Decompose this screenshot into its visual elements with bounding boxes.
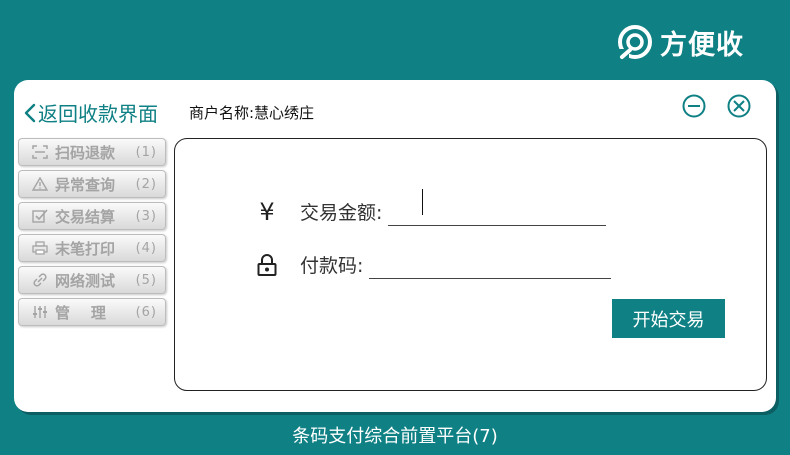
sidebar-item-label: 异常查询	[55, 175, 116, 194]
scan-icon	[31, 145, 49, 159]
sliders-icon	[31, 305, 49, 319]
close-circle-icon	[727, 94, 751, 118]
footer-title: 条码支付综合前置平台(7)	[292, 426, 498, 447]
sidebar-item-management[interactable]: 管 理 (6)	[18, 298, 166, 326]
sidebar-item-label: 交易结算	[55, 207, 116, 226]
main-panel: 返回收款界面 商户名称:慧心绣庄 扫码退款 (1) 异常查询 (2) 交易结算 …	[14, 80, 776, 412]
printer-icon	[31, 241, 49, 255]
sidebar-item-label: 管 理	[55, 303, 106, 322]
chevron-left-icon	[24, 103, 36, 122]
amount-row: ¥ 交易金额:	[252, 197, 607, 226]
brand-logo: 方便收	[616, 22, 744, 62]
sidebar-item-exception-query[interactable]: 异常查询 (2)	[18, 170, 166, 198]
payment-code-label: 付款码:	[300, 255, 364, 277]
sidebar-item-label: 网络测试	[55, 271, 116, 290]
close-button[interactable]	[727, 94, 751, 118]
brand-name: 方便收	[660, 29, 744, 61]
sidebar-item-label: 末笔打印	[55, 239, 116, 258]
shortcut-key: (3)	[135, 208, 157, 224]
shortcut-key: (4)	[135, 240, 157, 256]
sidebar-item-network-test[interactable]: 网络测试 (5)	[18, 266, 166, 294]
merchant-name: 商户名称:慧心绣庄	[189, 104, 315, 122]
minimize-button[interactable]	[682, 94, 706, 118]
checklist-icon	[31, 209, 49, 223]
sidebar-item-settlement[interactable]: 交易结算 (3)	[18, 202, 166, 230]
payment-form: ¥ 交易金额: 付款码: 开始交易	[174, 138, 767, 391]
sidebar-item-label: 扫码退款	[55, 143, 116, 162]
shortcut-key: (1)	[135, 144, 157, 160]
sidebar-menu: 扫码退款 (1) 异常查询 (2) 交易结算 (3) 末笔打印 (4) 网络测试…	[18, 138, 166, 330]
sidebar-item-print-last[interactable]: 末笔打印 (4)	[18, 234, 166, 262]
lock-icon	[252, 253, 282, 276]
sidebar-item-scan-refund[interactable]: 扫码退款 (1)	[18, 138, 166, 166]
back-button[interactable]: 返回收款界面	[24, 98, 158, 127]
text-caret	[422, 189, 423, 215]
payment-code-row: 付款码:	[252, 250, 612, 279]
start-transaction-button[interactable]: 开始交易	[612, 299, 725, 338]
link-icon	[31, 273, 49, 287]
minimize-circle-icon	[682, 94, 706, 118]
shortcut-key: (5)	[135, 272, 157, 288]
shortcut-key: (2)	[135, 176, 157, 192]
warning-icon	[31, 177, 49, 191]
back-label: 返回收款界面	[38, 102, 158, 126]
shortcut-key: (6)	[135, 304, 157, 320]
payment-code-input[interactable]	[369, 250, 612, 279]
brand-logo-icon	[618, 25, 652, 59]
yuan-icon: ¥	[259, 197, 275, 226]
amount-label: 交易金额:	[300, 202, 383, 224]
